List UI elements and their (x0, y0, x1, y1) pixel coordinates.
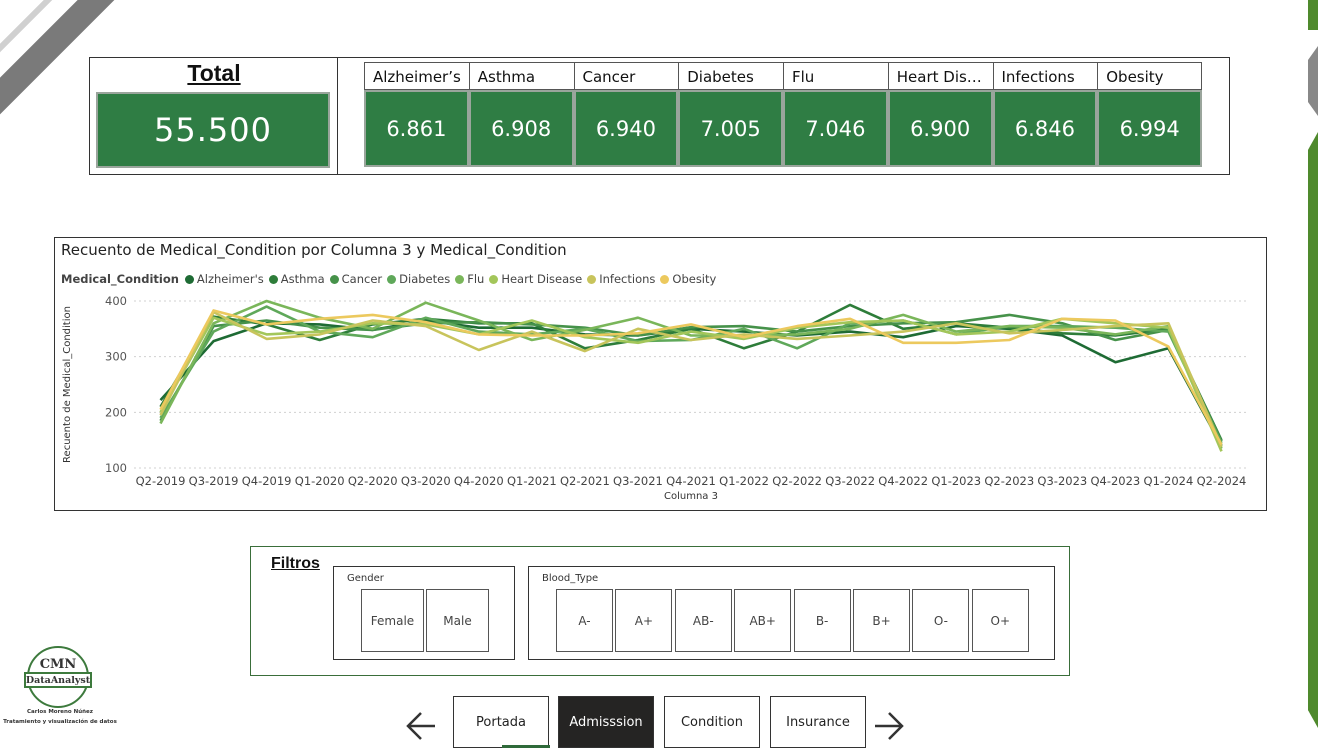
total-value: 55.500 (96, 92, 330, 168)
x-tick-label: Q1-2021 (507, 474, 557, 488)
line-chart: 100 200 300 400 Q2-2019 Q3-2019 Q4-2019 Q1-2020… (62, 294, 1248, 502)
nav-insurance-button[interactable]: Insurance (770, 696, 866, 748)
x-tick-label: Q4-2021 (666, 474, 716, 488)
y-tick-label: 100 (105, 461, 127, 475)
line-chart-card: Recuento de Medical_Condition por Column… (54, 237, 1267, 511)
condition-value: 7.005 (678, 90, 783, 167)
series-line[interactable] (159, 316, 1223, 452)
condition-kpi: Infections 6.846 (992, 62, 1098, 167)
condition-kpi: Diabetes 7.005 (678, 62, 783, 167)
y-tick-label: 400 (105, 294, 127, 308)
gender-slicer: Gender Female Male (333, 566, 515, 660)
condition-value: 6.908 (468, 90, 574, 167)
condition-name: Diabetes (678, 62, 783, 90)
gender-option-button[interactable]: Female (361, 589, 424, 652)
blood-type-option-button[interactable]: AB- (674, 589, 732, 652)
gender-slicer-title: Gender (347, 573, 384, 584)
filters-title: Filtros (271, 555, 320, 572)
condition-kpi: Cancer 6.940 (573, 62, 679, 167)
condition-value: 6.861 (364, 90, 469, 167)
x-tick-label: Q2-2022 (772, 474, 822, 488)
condition-name: Alzheimer’s (364, 62, 469, 90)
x-tick-label: Q4-2019 (242, 474, 292, 488)
x-tick-label: Q1-2022 (719, 474, 769, 488)
condition-name: Infections (992, 62, 1098, 90)
nav-portada-button[interactable]: Portada (453, 696, 549, 748)
x-tick-label: Q4-2022 (878, 474, 928, 488)
x-tick-label: Q3-2023 (1037, 474, 1087, 488)
condition-name: Cancer (573, 62, 679, 90)
condition-value: 6.940 (573, 90, 679, 167)
arrow-right-icon[interactable] (871, 706, 907, 746)
x-axis-title: Columna 3 (664, 491, 718, 502)
condition-value: 7.046 (783, 90, 888, 167)
condition-kpi-table: Alzheimer’s 6.861 Asthma 6.908 Cancer 6.940 Di… (364, 62, 1202, 167)
condition-name: Asthma (468, 62, 574, 90)
x-tick-label: Q4-2020 (454, 474, 504, 488)
x-tick-label: Q2-2023 (984, 474, 1034, 488)
side-accent-bar (1308, 0, 1318, 748)
blood-type-option-button[interactable]: O+ (971, 589, 1029, 652)
total-card: Total 55.500 (89, 57, 338, 175)
condition-name: Flu (783, 62, 888, 90)
x-tick-label: Q1-2020 (295, 474, 345, 488)
blood-type-slicer: Blood_Type A- A+ AB- AB+ B- B+ O- O+ (528, 566, 1055, 660)
condition-value: 6.846 (992, 90, 1098, 167)
blood-type-option-button[interactable]: O- (912, 589, 970, 652)
condition-value: 6.994 (1097, 90, 1202, 167)
x-tick-label: Q2-2020 (348, 474, 398, 488)
y-axis-title: Recuento de Medical_Condition (62, 306, 73, 463)
x-tick-label: Q2-2021 (560, 474, 610, 488)
arrow-left-icon[interactable] (403, 706, 439, 746)
x-tick-label: Q4-2023 (1090, 474, 1140, 488)
condition-kpi: Alzheimer’s 6.861 (364, 62, 469, 167)
gender-option-button[interactable]: Male (426, 589, 489, 652)
condition-kpi: Asthma 6.908 (468, 62, 574, 167)
condition-name: Heart Dis… (887, 62, 993, 90)
x-tick-label: Q2-2019 (136, 474, 186, 488)
x-tick-label: Q3-2022 (825, 474, 875, 488)
blood-type-option-button[interactable]: A- (556, 589, 613, 652)
logo-initials: CMN (39, 657, 77, 672)
x-tick-label: Q3-2021 (613, 474, 663, 488)
x-tick-label: Q3-2019 (189, 474, 239, 488)
nav-condition-button[interactable]: Condition (664, 696, 760, 748)
blood-type-option-button[interactable]: AB+ (734, 589, 792, 652)
y-tick-label: 300 (105, 350, 127, 364)
logo-name: Carlos Moreno Núñez (27, 709, 93, 715)
condition-kpi: Flu 7.046 (783, 62, 888, 167)
blood-type-option-button[interactable]: A+ (615, 589, 673, 652)
total-title: Total (187, 60, 241, 86)
x-tick-label: Q2-2024 (1197, 474, 1247, 488)
logo-banner: DataAnalyst (24, 672, 92, 688)
x-tick-label: Q3-2020 (401, 474, 451, 488)
condition-name: Obesity (1097, 62, 1202, 90)
y-tick-label: 200 (105, 405, 127, 419)
blood-type-option-button[interactable]: B- (793, 589, 851, 652)
x-tick-label: Q1-2024 (1144, 474, 1194, 488)
logo-tagline: Tratamiento y visualización de datos (3, 719, 117, 725)
condition-kpi: Obesity 6.994 (1097, 62, 1202, 167)
blood-type-option-button[interactable]: B+ (853, 589, 910, 652)
nav-admission-button[interactable]: Admisssion (558, 696, 654, 748)
x-tick-label: Q1-2023 (931, 474, 981, 488)
cmn-logo: CMN DataAnalyst Carlos Moreno Núñez Trat… (2, 646, 118, 736)
condition-value: 6.900 (887, 90, 993, 167)
blood-type-slicer-title: Blood_Type (542, 573, 599, 584)
condition-kpi: Heart Dis… 6.900 (887, 62, 993, 167)
